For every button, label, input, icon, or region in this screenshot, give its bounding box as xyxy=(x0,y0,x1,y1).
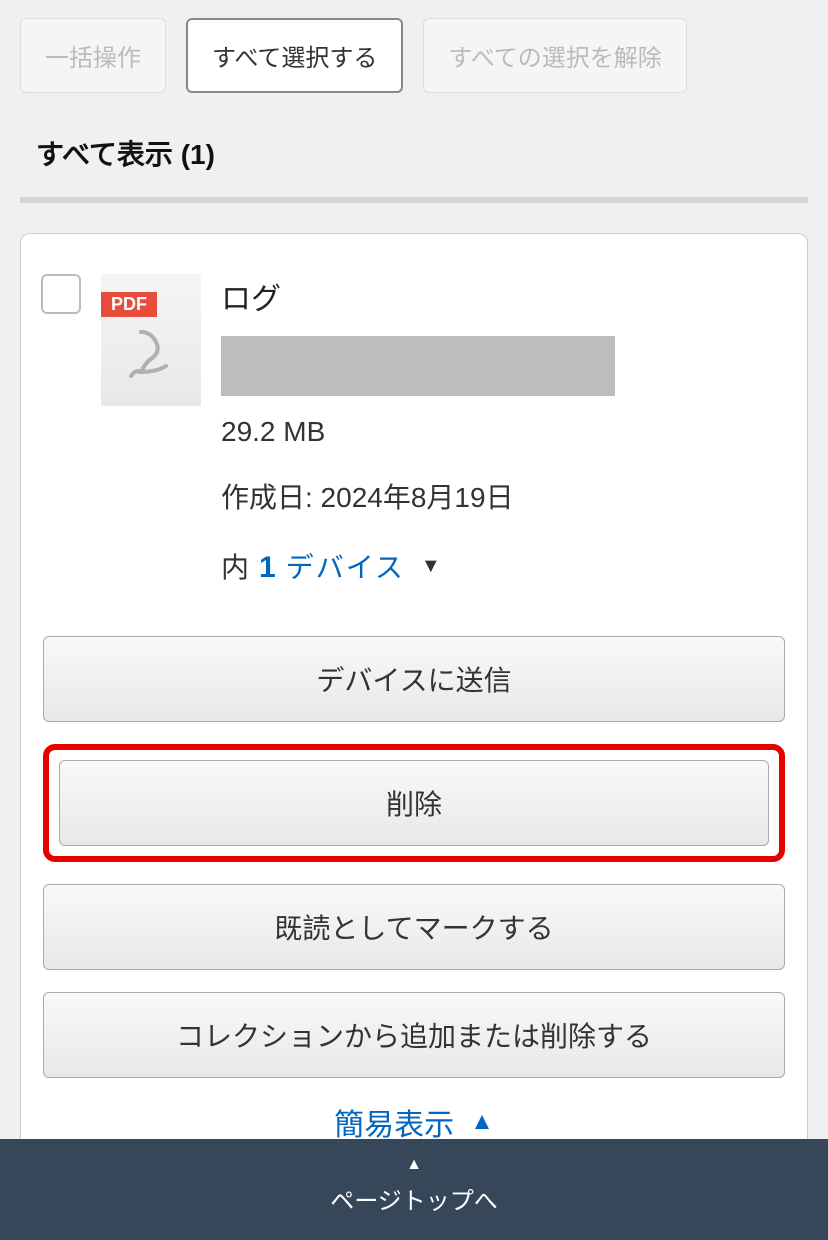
pdf-file-icon xyxy=(121,324,181,384)
device-dropdown[interactable]: 内 1 デバイス ▼ xyxy=(221,546,787,586)
send-to-device-button[interactable]: デバイスに送信 xyxy=(43,636,785,722)
item-size: 29.2 MB xyxy=(221,416,787,448)
device-prefix: 内 xyxy=(221,546,249,586)
document-card: PDF ログ 29.2 MB 作成日: 2024年8月19日 内 1 デバイス … xyxy=(20,233,808,1175)
delete-highlight: 削除 xyxy=(43,744,785,862)
device-count: 1 xyxy=(259,551,276,585)
list-header: すべて表示 (1) xyxy=(20,123,808,197)
caret-up-icon: ▲ xyxy=(0,1157,828,1173)
item-checkbox[interactable] xyxy=(41,274,81,314)
select-all-tab[interactable]: すべて選択する xyxy=(186,18,403,93)
pdf-badge: PDF xyxy=(101,292,157,317)
redacted-bar xyxy=(221,336,615,396)
page-top-label: ページトップへ xyxy=(0,1181,828,1216)
device-label: デバイス xyxy=(286,546,405,586)
deselect-all-tab: すべての選択を解除 xyxy=(423,18,686,93)
page-top-footer[interactable]: ▲ ページトップへ xyxy=(0,1139,828,1240)
item-date: 作成日: 2024年8月19日 xyxy=(221,476,787,516)
mark-read-button[interactable]: 既読としてマークする xyxy=(43,884,785,970)
pdf-thumbnail: PDF xyxy=(101,274,201,406)
bulk-action-tab: 一括操作 xyxy=(20,18,166,93)
item-title: ログ xyxy=(221,274,787,318)
chevron-up-icon: ▲ xyxy=(470,1108,494,1136)
delete-button[interactable]: 削除 xyxy=(59,760,769,846)
simple-view-toggle[interactable]: 簡易表示 ▲ xyxy=(41,1100,787,1144)
divider xyxy=(20,197,808,203)
collection-button[interactable]: コレクションから追加または削除する xyxy=(43,992,785,1078)
simple-view-label: 簡易表示 xyxy=(334,1100,454,1144)
chevron-down-icon: ▼ xyxy=(421,555,441,578)
